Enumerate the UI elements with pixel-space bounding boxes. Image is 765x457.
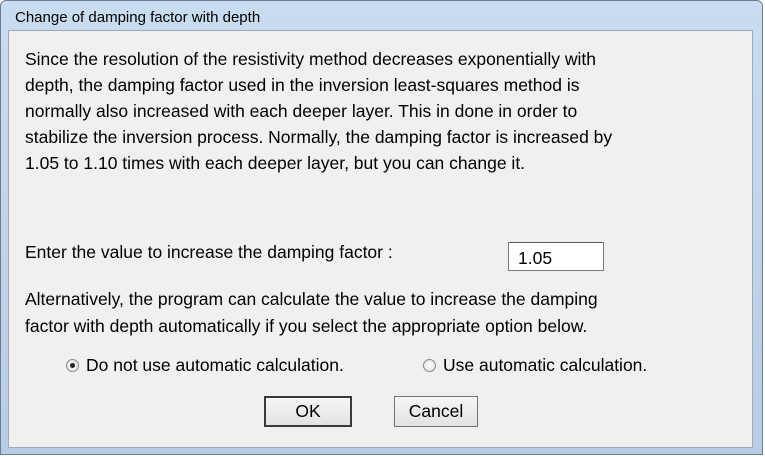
radio-button-selected[interactable] [66, 359, 79, 372]
alternative-text: Alternatively, the program can calculate… [25, 286, 598, 340]
damping-factor-input[interactable] [508, 242, 604, 271]
cancel-button[interactable]: Cancel [394, 396, 478, 427]
radio-button-unselected[interactable] [423, 359, 436, 372]
description-text: Since the resolution of the resistivity … [25, 46, 612, 176]
ok-button[interactable]: OK [264, 396, 352, 427]
factor-label: Enter the value to increase the damping … [25, 242, 393, 262]
alternative-line: Alternatively, the program can calculate… [25, 289, 598, 309]
description-line: Since the resolution of the resistivity … [25, 49, 596, 69]
radio-auto-option[interactable]: Use automatic calculation. [423, 355, 647, 376]
radio-manual-option[interactable]: Do not use automatic calculation. [66, 355, 344, 376]
description-line: 1.05 to 1.10 times with each deeper laye… [25, 153, 526, 173]
alternative-line: factor with depth automatically if you s… [25, 316, 588, 336]
description-line: stabilize the inversion process. Normall… [25, 127, 613, 147]
title-bar[interactable]: Change of damping factor with depth [1, 1, 762, 31]
dialog-title: Change of damping factor with depth [15, 9, 261, 26]
radio-auto-label[interactable]: Use automatic calculation. [443, 355, 647, 376]
description-line: depth, the damping factor used in the in… [25, 75, 580, 95]
radio-manual-label[interactable]: Do not use automatic calculation. [86, 355, 344, 376]
description-line: normally also increased with each deeper… [25, 101, 578, 121]
